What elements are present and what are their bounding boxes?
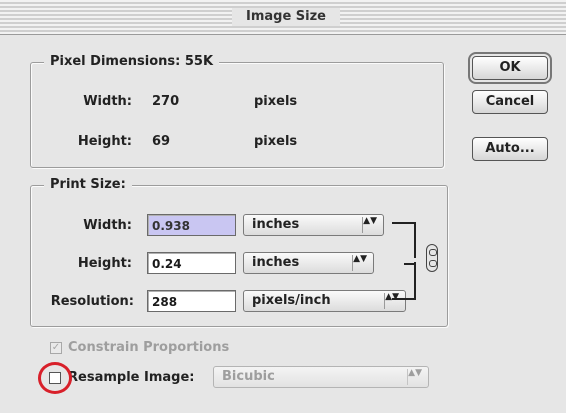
bracket-stub-middle: [404, 263, 416, 265]
pixel-height-value: 69: [152, 134, 171, 149]
popup-arrows-icon: ▲▼: [407, 369, 422, 385]
resolution-unit-label: pixels/inch: [252, 293, 331, 308]
resample-image-label: Resample Image:: [68, 370, 195, 385]
height-unit-label: inches: [252, 255, 300, 270]
title-bar[interactable]: Image Size: [0, 0, 566, 35]
popup-arrows-icon: ▲▼: [362, 217, 377, 233]
highlight-circle: [38, 362, 72, 394]
resolution-field[interactable]: 288: [147, 290, 236, 312]
resolution-label: Resolution:: [50, 294, 134, 309]
ok-button[interactable]: OK: [468, 52, 552, 84]
cancel-button[interactable]: Cancel: [472, 90, 548, 114]
constrain-bracket-bottom: [392, 262, 416, 300]
constrain-proportions-checkbox[interactable]: ✓: [50, 342, 62, 354]
constrain-bracket-top: [392, 222, 416, 258]
resample-method-label: Bicubic: [222, 369, 275, 384]
print-height-field[interactable]: 0.24: [147, 252, 236, 274]
print-width-field[interactable]: 0.938: [147, 214, 236, 236]
window-title: Image Size: [232, 8, 340, 26]
width-unit-popup[interactable]: inches ▲▼: [243, 214, 384, 236]
print-width-label: Width:: [83, 218, 132, 233]
auto-button[interactable]: Auto...: [472, 137, 548, 161]
pixel-height-label: Height:: [77, 134, 132, 149]
print-height-label: Height:: [77, 256, 132, 271]
link-chain-icon: [426, 244, 438, 272]
pixel-dimensions-group: [30, 62, 444, 168]
popup-arrows-icon: ▲▼: [352, 255, 367, 271]
resample-method-popup[interactable]: Bicubic ▲▼: [213, 366, 429, 388]
resolution-unit-popup[interactable]: pixels/inch ▲▼: [243, 290, 406, 312]
pixel-dimensions-legend: Pixel Dimensions: 55K: [44, 54, 220, 70]
print-size-legend: Print Size:: [44, 177, 132, 193]
constrain-proportions-label: Constrain Proportions: [68, 340, 230, 355]
pixel-width-label: Width:: [83, 94, 132, 109]
pixel-width-unit: pixels: [254, 94, 298, 109]
pixel-height-unit: pixels: [254, 134, 298, 149]
pixel-width-value: 270: [152, 94, 180, 109]
height-unit-popup[interactable]: inches ▲▼: [243, 252, 374, 274]
width-unit-label: inches: [252, 217, 300, 232]
